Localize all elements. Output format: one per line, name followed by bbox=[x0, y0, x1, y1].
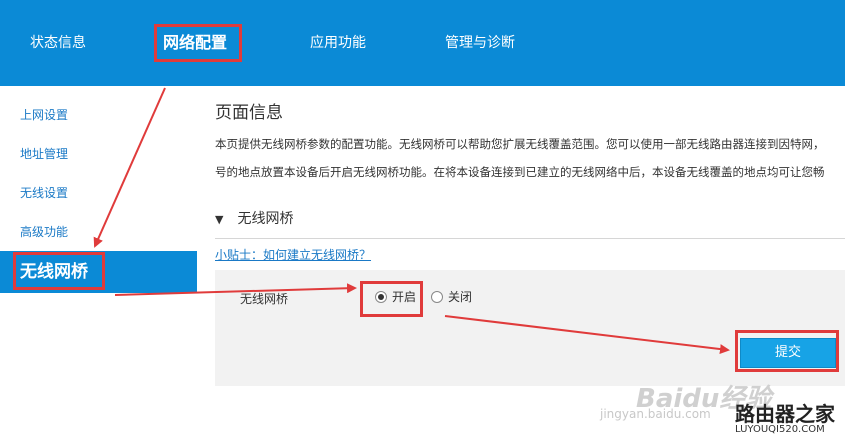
wireless-bridge-label: 无线网桥 bbox=[240, 292, 289, 306]
sidebar-item-advanced-functions[interactable]: 高级功能 bbox=[0, 213, 197, 252]
nav-status-info[interactable]: 状态信息 bbox=[30, 0, 86, 86]
tip-link-how-to-build-bridge[interactable]: 小贴士：如何建立无线网桥？ bbox=[215, 246, 371, 263]
bridge-settings-form: 无线网桥 开启 关闭 提交 bbox=[215, 270, 845, 386]
nav-app-functions[interactable]: 应用功能 bbox=[310, 0, 366, 86]
submit-button[interactable]: 提交 bbox=[740, 338, 836, 368]
description-line-2: 号的地点放置本设备后开启无线网桥功能。在将本设备连接到已建立的无线网络中后，本设… bbox=[215, 165, 825, 179]
nav-network-config[interactable]: 网络配置 bbox=[163, 0, 227, 86]
radio-disable[interactable]: 关闭 bbox=[431, 288, 472, 306]
sidebar-item-wireless-bridge[interactable]: 无线网桥 bbox=[0, 251, 197, 293]
radio-unchecked-icon bbox=[431, 291, 443, 303]
router-config-page: 状态信息 网络配置 应用功能 管理与诊断 上网设置 地址管理 无线设置 高级功能… bbox=[0, 0, 845, 442]
sidebar: 上网设置 地址管理 无线设置 高级功能 无线网桥 bbox=[0, 86, 197, 442]
nav-management-diagnostics[interactable]: 管理与诊断 bbox=[445, 0, 515, 86]
radio-enable[interactable]: 开启 bbox=[375, 288, 416, 306]
description-line-1: 本页提供无线网桥参数的配置功能。无线网桥可以帮助您扩展无线覆盖范围。您可以使用一… bbox=[215, 137, 825, 151]
radio-disable-label: 关闭 bbox=[448, 290, 473, 304]
radio-enable-label: 开启 bbox=[392, 290, 417, 304]
radio-checked-icon bbox=[375, 291, 387, 303]
main-content: 页面信息 本页提供无线网桥参数的配置功能。无线网桥可以帮助您扩展无线覆盖范围。您… bbox=[215, 86, 845, 442]
page-title: 页面信息 bbox=[215, 103, 283, 123]
section-title: 无线网桥 bbox=[237, 211, 294, 227]
section-header-wireless-bridge[interactable]: ▼ 无线网桥 bbox=[215, 204, 845, 234]
sidebar-item-wireless-settings[interactable]: 无线设置 bbox=[0, 174, 197, 213]
sidebar-item-internet-settings[interactable]: 上网设置 bbox=[0, 96, 197, 135]
sidebar-item-address-management[interactable]: 地址管理 bbox=[0, 135, 197, 174]
section-divider bbox=[215, 238, 845, 239]
page-description: 本页提供无线网桥参数的配置功能。无线网桥可以帮助您扩展无线覆盖范围。您可以使用一… bbox=[215, 130, 845, 186]
top-navigation: 状态信息 网络配置 应用功能 管理与诊断 bbox=[0, 0, 845, 86]
collapse-triangle-icon: ▼ bbox=[215, 213, 224, 226]
